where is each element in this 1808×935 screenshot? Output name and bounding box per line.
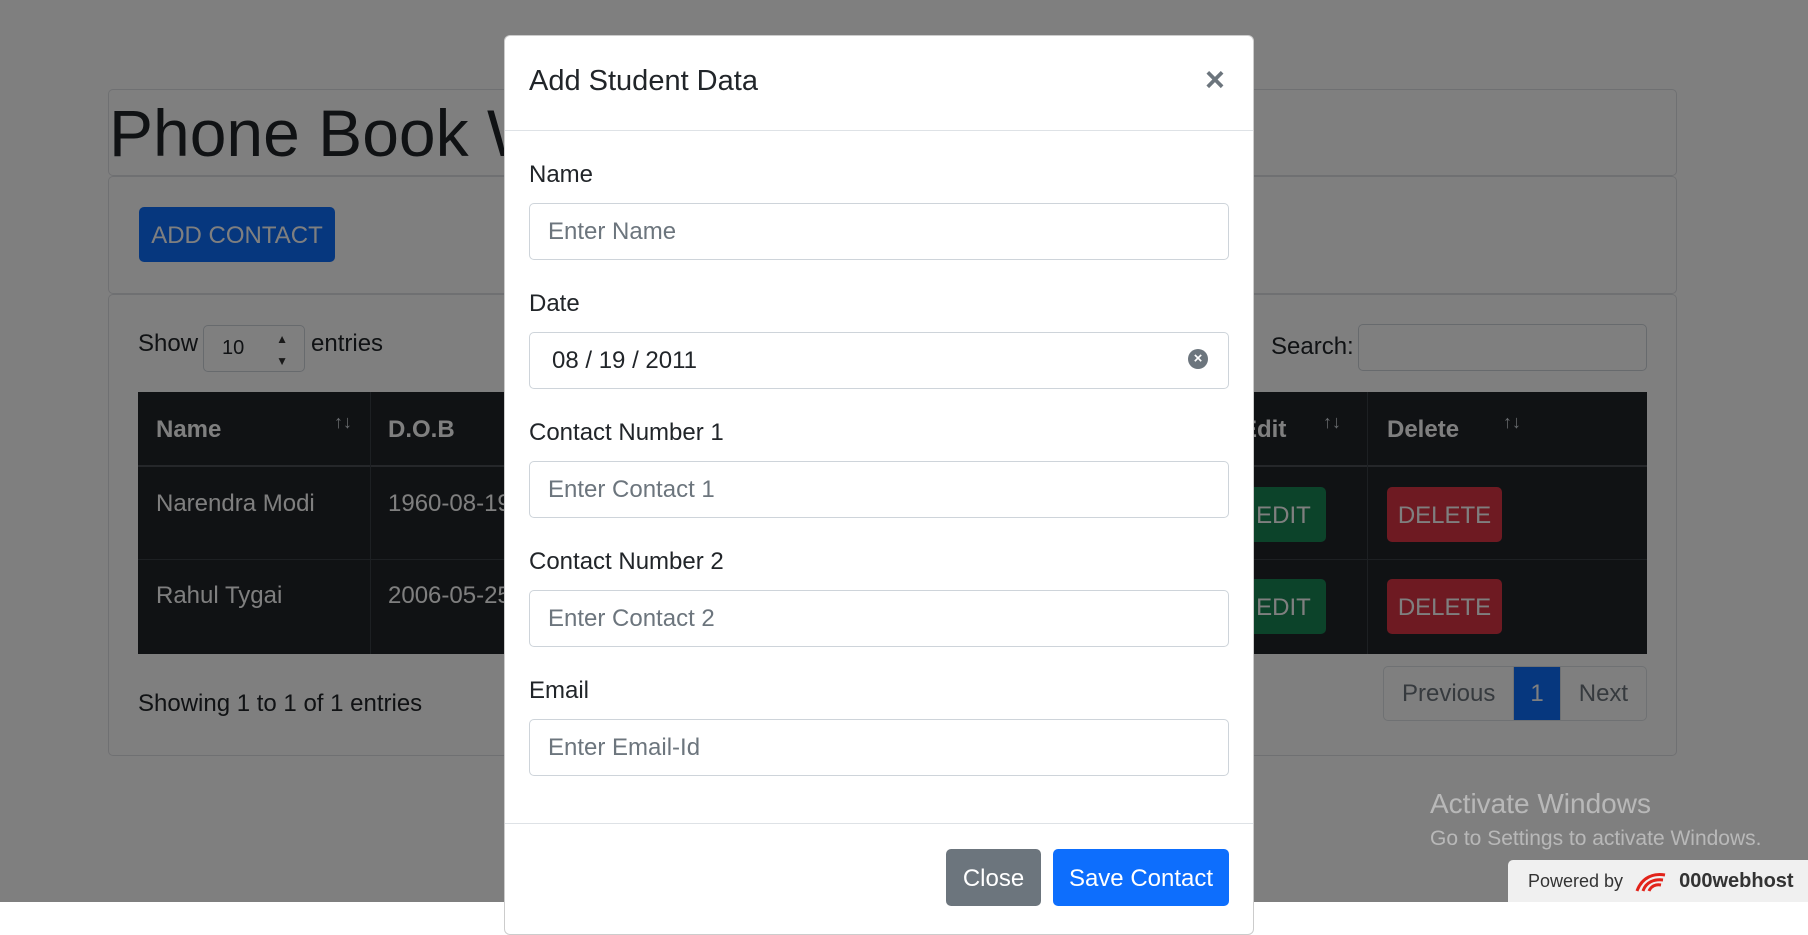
powered-by-label: Powered by bbox=[1528, 871, 1624, 891]
add-student-modal: Add Student Data × Name Enter Name Date … bbox=[504, 35, 1254, 935]
activate-windows-title: Activate Windows bbox=[1430, 788, 1651, 819]
email-label: Email bbox=[529, 677, 590, 704]
contact1-label: Contact Number 1 bbox=[529, 419, 724, 446]
email-input[interactable]: Enter Email-Id bbox=[529, 719, 1229, 776]
name-label: Name bbox=[529, 161, 594, 188]
clear-date-icon[interactable]: × bbox=[1188, 349, 1208, 369]
activate-windows-subtitle: Go to Settings to activate Windows. bbox=[1430, 827, 1762, 850]
modal-title: Add Student Data bbox=[529, 65, 758, 97]
powered-by-badge[interactable]: Powered by 000webhost bbox=[1508, 860, 1808, 902]
date-input[interactable]: 08 / 19 / 2011 bbox=[529, 332, 1229, 389]
date-label: Date bbox=[529, 290, 580, 317]
close-icon[interactable]: × bbox=[1205, 62, 1225, 98]
save-contact-button[interactable]: Save Contact bbox=[1053, 849, 1229, 906]
contact1-input[interactable]: Enter Contact 1 bbox=[529, 461, 1229, 518]
modal-header: Add Student Data × bbox=[505, 36, 1253, 131]
webhost-brand: 000webhost bbox=[1679, 870, 1794, 892]
contact2-label: Contact Number 2 bbox=[529, 548, 724, 575]
modal-footer-divider bbox=[505, 823, 1253, 824]
close-button[interactable]: Close bbox=[946, 849, 1041, 906]
contact2-input[interactable]: Enter Contact 2 bbox=[529, 590, 1229, 647]
webhost-logo-icon bbox=[1635, 873, 1666, 892]
name-input[interactable]: Enter Name bbox=[529, 203, 1229, 260]
